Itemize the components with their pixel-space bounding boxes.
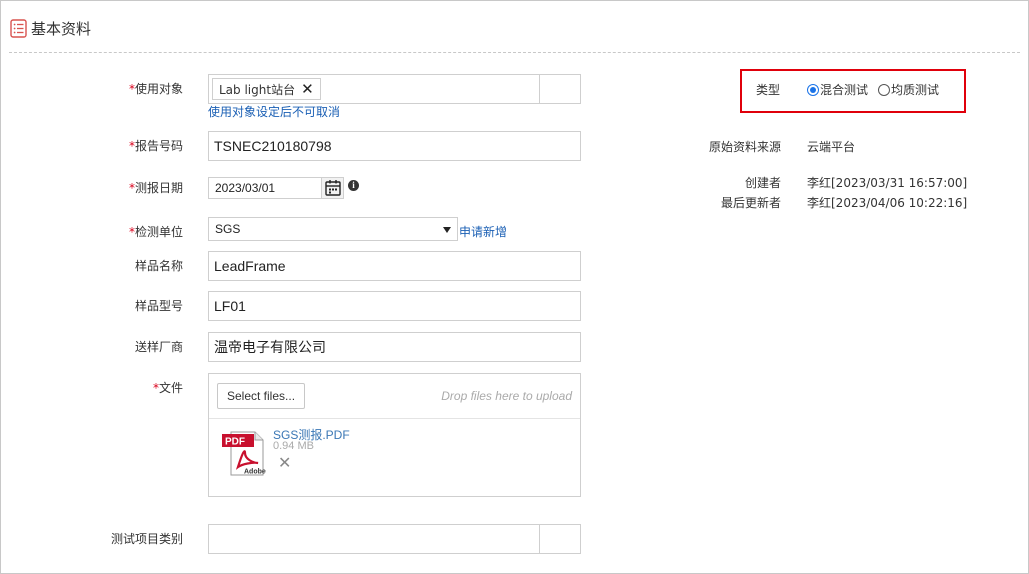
list-icon <box>10 18 27 38</box>
source-label: 原始资料来源 <box>708 140 781 154</box>
info-icon[interactable]: i <box>348 180 359 191</box>
pdf-file-icon: PDF Adobe <box>221 429 267 477</box>
sample-model-input[interactable]: LF01 <box>208 291 581 321</box>
updater-value: 李红[2023/04/06 10:22:16] <box>807 196 968 210</box>
report-no-input[interactable]: TSNEC210180798 <box>208 131 581 161</box>
type-label: 类型 <box>756 83 781 97</box>
creator-label: 创建者 <box>744 176 781 190</box>
section-divider <box>9 52 1020 53</box>
test-unit-select[interactable]: SGS <box>208 217 458 241</box>
tag-close-icon[interactable]: ✕ <box>301 81 314 97</box>
test-unit-value: SGS <box>215 222 241 236</box>
calendar-icon[interactable] <box>321 178 343 198</box>
file-item: PDF Adobe SGS测报.PDF 0.94 MB ✕ <box>219 425 559 485</box>
select-files-button[interactable]: Select files... <box>217 383 306 409</box>
chevron-down-icon[interactable] <box>443 227 451 233</box>
radio-selected-icon[interactable] <box>807 83 819 96</box>
sample-name-label: 样品名称 <box>134 259 183 273</box>
target-label-text: 使用对象 <box>134 82 183 96</box>
drop-zone-hint: Drop files here to upload <box>441 389 572 403</box>
test-date-picker[interactable]: 2023/03/01 <box>208 177 344 199</box>
section-title: 基本资料 <box>31 19 92 38</box>
remove-file-icon[interactable]: ✕ <box>278 455 291 471</box>
creator-value: 李红[2023/03/31 16:57:00] <box>807 176 968 190</box>
test-item-category-input[interactable] <box>209 525 540 553</box>
svg-text:PDF: PDF <box>225 437 245 448</box>
test-date-label-text: 测报日期 <box>134 181 183 195</box>
apply-new-link[interactable]: 申请新增 <box>459 223 507 240</box>
target-tag: Lab light站台 ✕ <box>212 78 321 100</box>
target-tag-label: Lab light站台 <box>219 82 296 97</box>
svg-text:Adobe: Adobe <box>244 469 266 476</box>
test-unit-label-text: 检测单位 <box>134 225 183 239</box>
source-value: 云端平台 <box>807 140 856 154</box>
files-label-text: 文件 <box>158 381 183 395</box>
files-label: *文件 <box>73 380 183 396</box>
radio-homogeneous-label[interactable]: 均质测试 <box>891 81 939 98</box>
radio-homogeneous-test[interactable]: 均质测试 <box>878 81 939 98</box>
radio-mixed-label[interactable]: 混合测试 <box>820 81 868 98</box>
radio-mixed-test[interactable]: 混合测试 <box>807 81 868 98</box>
sample-name-input[interactable]: LeadFrame <box>208 251 581 281</box>
file-size: 0.94 MB <box>273 440 314 452</box>
section-header: 基本资料 <box>10 17 91 39</box>
updater-label: 最后更新者 <box>720 196 781 210</box>
target-label: *使用对象 <box>73 81 183 97</box>
vendor-label: 送样厂商 <box>134 340 183 354</box>
report-no-label: *报告号码 <box>73 138 183 154</box>
file-upload[interactable]: Select files... Drop files here to uploa… <box>208 373 581 497</box>
vendor-input[interactable]: 温帝电子有限公司 <box>208 332 581 362</box>
target-multiselect[interactable]: Lab light站台 ✕ <box>208 74 581 104</box>
report-no-label-text: 报告号码 <box>134 139 183 153</box>
test-date-value[interactable]: 2023/03/01 <box>215 181 275 195</box>
test-unit-label: *检测单位 <box>73 224 183 240</box>
radio-unselected-icon[interactable] <box>878 83 890 96</box>
sample-model-label: 样品型号 <box>134 299 183 313</box>
target-hint: 使用对象设定后不可取消 <box>208 105 341 119</box>
test-date-label: *测报日期 <box>73 180 183 196</box>
test-item-category-multiselect[interactable] <box>208 524 581 554</box>
upload-toolbar: Select files... Drop files here to uploa… <box>209 374 580 419</box>
page-frame: 基本资料 *使用对象 Lab light站台 ✕ 使用对象设定后不可取消 *报告… <box>0 0 1029 574</box>
test-item-category-label: 测试项目类别 <box>110 532 183 546</box>
